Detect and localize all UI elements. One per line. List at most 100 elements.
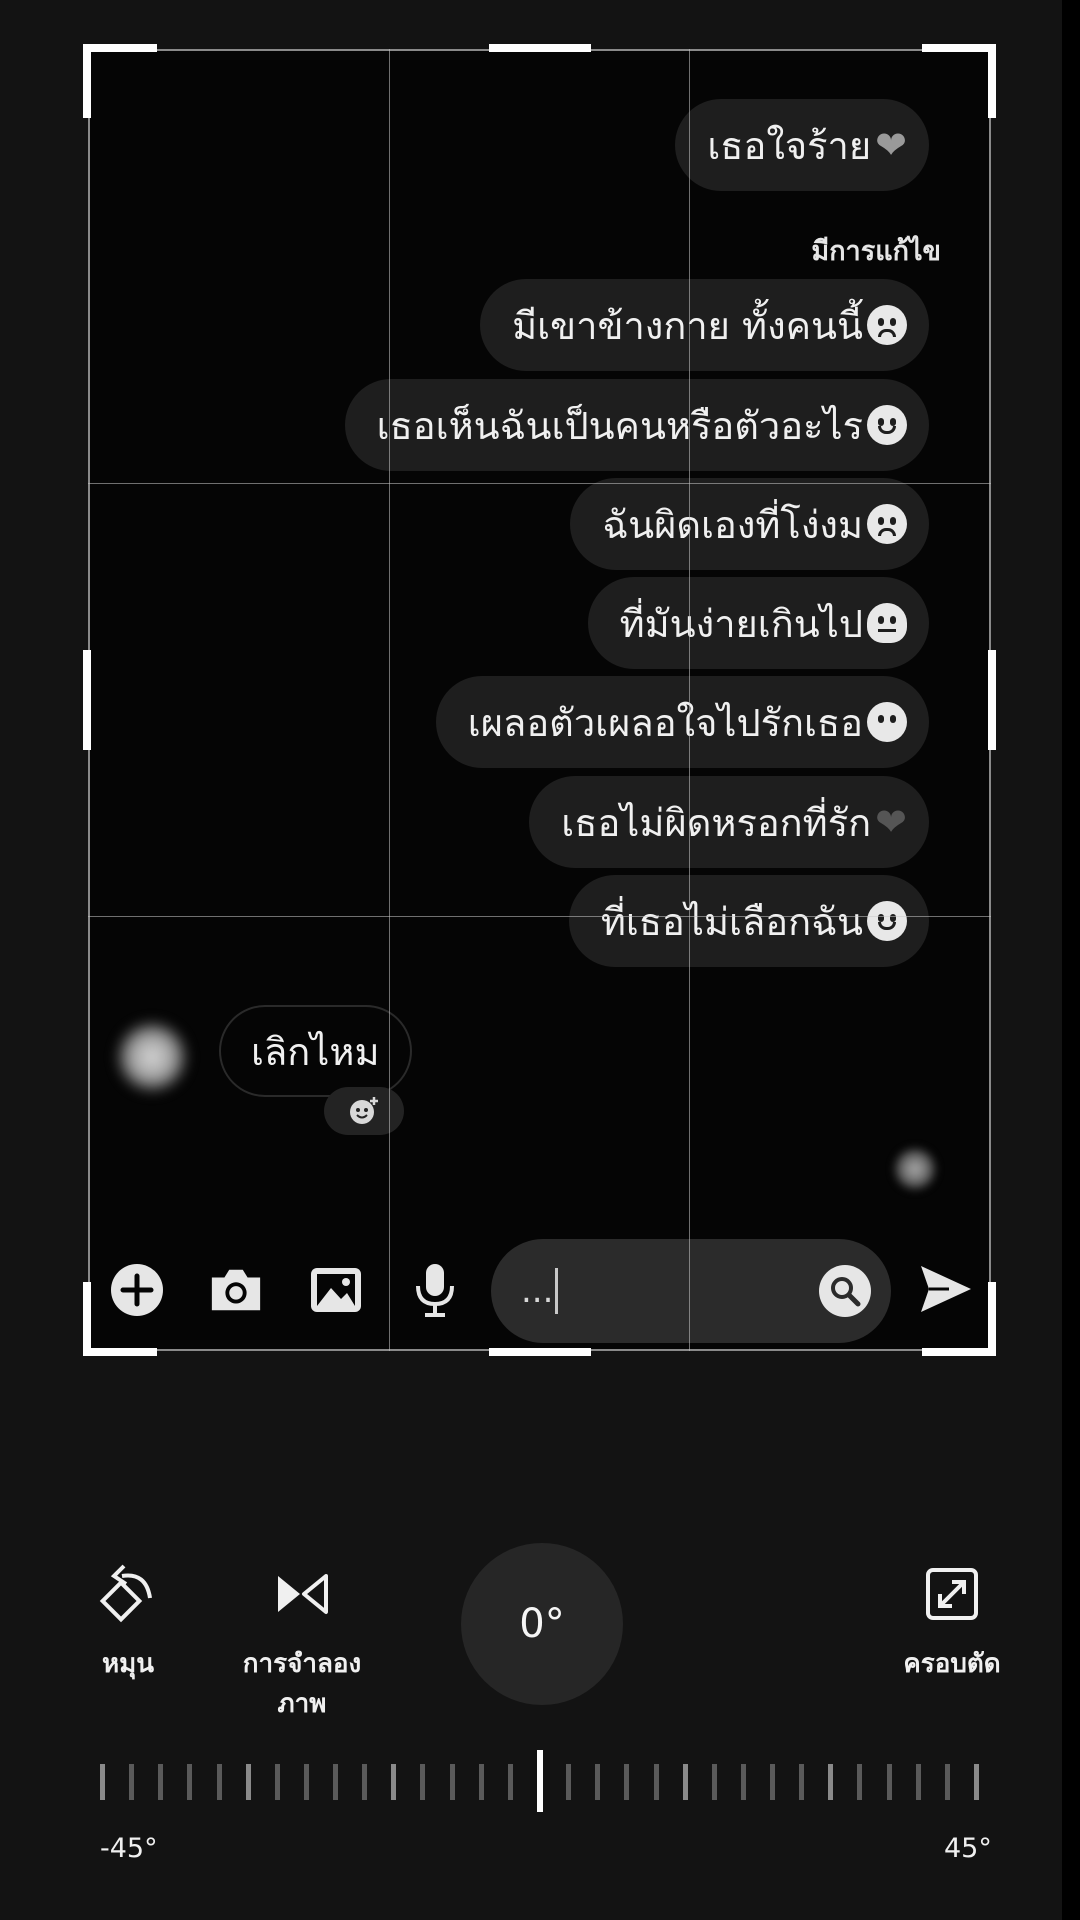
crop-handle-top-left[interactable] <box>83 44 157 52</box>
ruler-tick <box>857 1764 863 1800</box>
mirror-label: การจำลอง ภาพ <box>243 1644 361 1724</box>
ruler-tick <box>449 1764 455 1800</box>
edited-label: มีการแก้ไข <box>811 236 941 267</box>
ruler-tick <box>333 1764 339 1800</box>
message-text: เลิกไหม <box>251 1029 380 1074</box>
chat-bubble-outgoing: ฉันผิดเองที่โง่งม <box>570 478 929 570</box>
melting-face-icon <box>867 603 907 643</box>
ruler-min-label: -45° <box>100 1833 158 1864</box>
rotation-angle-dial[interactable]: 0° <box>461 1543 623 1705</box>
ruler-tick <box>274 1764 280 1800</box>
send-icon <box>921 1266 971 1312</box>
mic-icon <box>416 1264 454 1317</box>
chat-bubble-outgoing: เผลอตัวเผลอใจไปรักเธอ <box>435 676 929 768</box>
ruler-tick <box>158 1764 164 1800</box>
gallery-button[interactable] <box>308 1262 364 1318</box>
black-heart-icon: ❤ <box>875 800 907 844</box>
message-text: เธอเห็นฉันเป็นคนหรือตัวอะไร <box>376 403 863 448</box>
ruler-tick <box>391 1764 397 1800</box>
crop-handle-top[interactable] <box>489 44 591 52</box>
ruler-tick <box>653 1764 659 1800</box>
send-button[interactable] <box>916 1259 976 1319</box>
message-input[interactable]: ... <box>491 1239 891 1343</box>
ruler-tick <box>740 1764 746 1800</box>
broken-heart-icon: ❤ <box>875 123 907 167</box>
add-reaction-button[interactable] <box>324 1087 404 1135</box>
ruler-tick <box>799 1764 805 1800</box>
add-reaction-icon <box>350 1097 378 1124</box>
ruler-max-label: 45° <box>944 1833 992 1864</box>
crop-handle-bottom-right[interactable] <box>988 1282 996 1356</box>
rotation-ruler-slider[interactable] <box>100 1750 982 1812</box>
ruler-tick <box>303 1764 309 1800</box>
voice-button[interactable] <box>407 1262 463 1318</box>
message-text: เธอไม่ผิดหรอกที่รัก <box>561 800 872 845</box>
message-text: มีเขาข้างกาย ทั้งคนนี้ <box>512 303 863 348</box>
crop-handle-bottom-left[interactable] <box>83 1348 157 1356</box>
ruler-tick <box>682 1764 688 1800</box>
chat-bubble-outgoing: ที่มันง่ายเกินไป <box>587 577 929 669</box>
crop-handle-right[interactable] <box>988 650 996 750</box>
mirror-icon <box>278 1574 328 1614</box>
ruler-tick <box>507 1764 513 1800</box>
crop-handle-bottom[interactable] <box>489 1348 591 1356</box>
chat-bubble-outgoing: เธอเห็นฉันเป็นคนหรือตัวอะไร <box>344 379 929 471</box>
upside-down-face-icon <box>867 305 907 345</box>
add-attachment-button[interactable] <box>109 1262 165 1318</box>
ruler-tick <box>100 1764 105 1800</box>
no-mouth-face-icon <box>867 702 907 742</box>
mirror-button[interactable]: การจำลอง ภาพ <box>232 1562 372 1724</box>
avatar <box>116 1021 188 1093</box>
message-text: เผลอตัวเผลอใจไปรักเธอ <box>467 700 863 745</box>
image-icon <box>311 1268 361 1312</box>
search-button[interactable] <box>819 1265 871 1317</box>
chat-bubble-outgoing: มีเขาข้างกาย ทั้งคนนี้ <box>480 279 929 371</box>
ruler-tick <box>595 1764 601 1800</box>
slight-smile-icon <box>867 901 907 941</box>
camera-button[interactable] <box>208 1262 264 1318</box>
screen-edge <box>1062 0 1080 1920</box>
ruler-tick <box>828 1764 834 1800</box>
slight-smile-icon <box>867 405 907 445</box>
chat-bubble-outgoing: เธอใจร้าย ❤ <box>675 99 929 191</box>
crop-canvas[interactable]: เธอใจร้าย ❤ มีการแก้ไข มีเขาข้างกาย ทั้ง… <box>88 49 991 1351</box>
ruler-current-tick <box>537 1750 543 1812</box>
crop-ratio-button[interactable]: ครอบตัด <box>892 1562 1012 1684</box>
ruler-tick <box>886 1764 892 1800</box>
ruler-tick <box>420 1764 426 1800</box>
chat-bubble-outgoing: ที่เธอไม่เลือกฉัน <box>568 875 929 967</box>
mirror-label-line2: ภาพ <box>277 1689 327 1719</box>
plus-circle-icon <box>111 1264 163 1316</box>
camera-icon <box>211 1269 261 1311</box>
rotate-icon <box>99 1564 152 1623</box>
typing-indicator <box>893 1147 937 1191</box>
text-caret <box>555 1268 559 1314</box>
mirror-label-line1: การจำลอง <box>242 1649 362 1679</box>
ruler-tick <box>245 1764 251 1800</box>
ruler-tick <box>362 1764 368 1800</box>
ruler-tick <box>624 1764 630 1800</box>
crop-label: ครอบตัด <box>903 1649 1001 1679</box>
chat-bubble-outgoing: เธอไม่ผิดหรอกที่รัก ❤ <box>529 776 929 868</box>
message-input-value: ... <box>521 1271 554 1311</box>
rotate-button[interactable]: หมุน <box>88 1562 168 1684</box>
ruler-tick <box>770 1764 776 1800</box>
crop-expand-icon <box>926 1568 978 1620</box>
ruler-tick <box>944 1764 950 1800</box>
ruler-tick <box>187 1764 193 1800</box>
crop-handle-bottom-left[interactable] <box>83 1282 91 1356</box>
crop-handle-top-left[interactable] <box>83 44 91 118</box>
ruler-tick <box>915 1764 921 1800</box>
rotation-angle-value: 0° <box>519 1601 565 1647</box>
chat-bubble-incoming: เลิกไหม <box>219 1005 412 1097</box>
rotate-label: หมุน <box>101 1649 155 1679</box>
ruler-tick <box>566 1764 572 1800</box>
crop-handle-left[interactable] <box>83 650 91 750</box>
message-text: ที่เธอไม่เลือกฉัน <box>600 899 863 944</box>
crop-handle-top-right[interactable] <box>988 44 996 118</box>
message-text: ที่มันง่ายเกินไป <box>619 601 863 646</box>
crop-handle-bottom-right[interactable] <box>922 1348 996 1356</box>
ruler-tick <box>478 1764 484 1800</box>
crop-handle-top-right[interactable] <box>922 44 996 52</box>
ruler-tick <box>129 1764 135 1800</box>
